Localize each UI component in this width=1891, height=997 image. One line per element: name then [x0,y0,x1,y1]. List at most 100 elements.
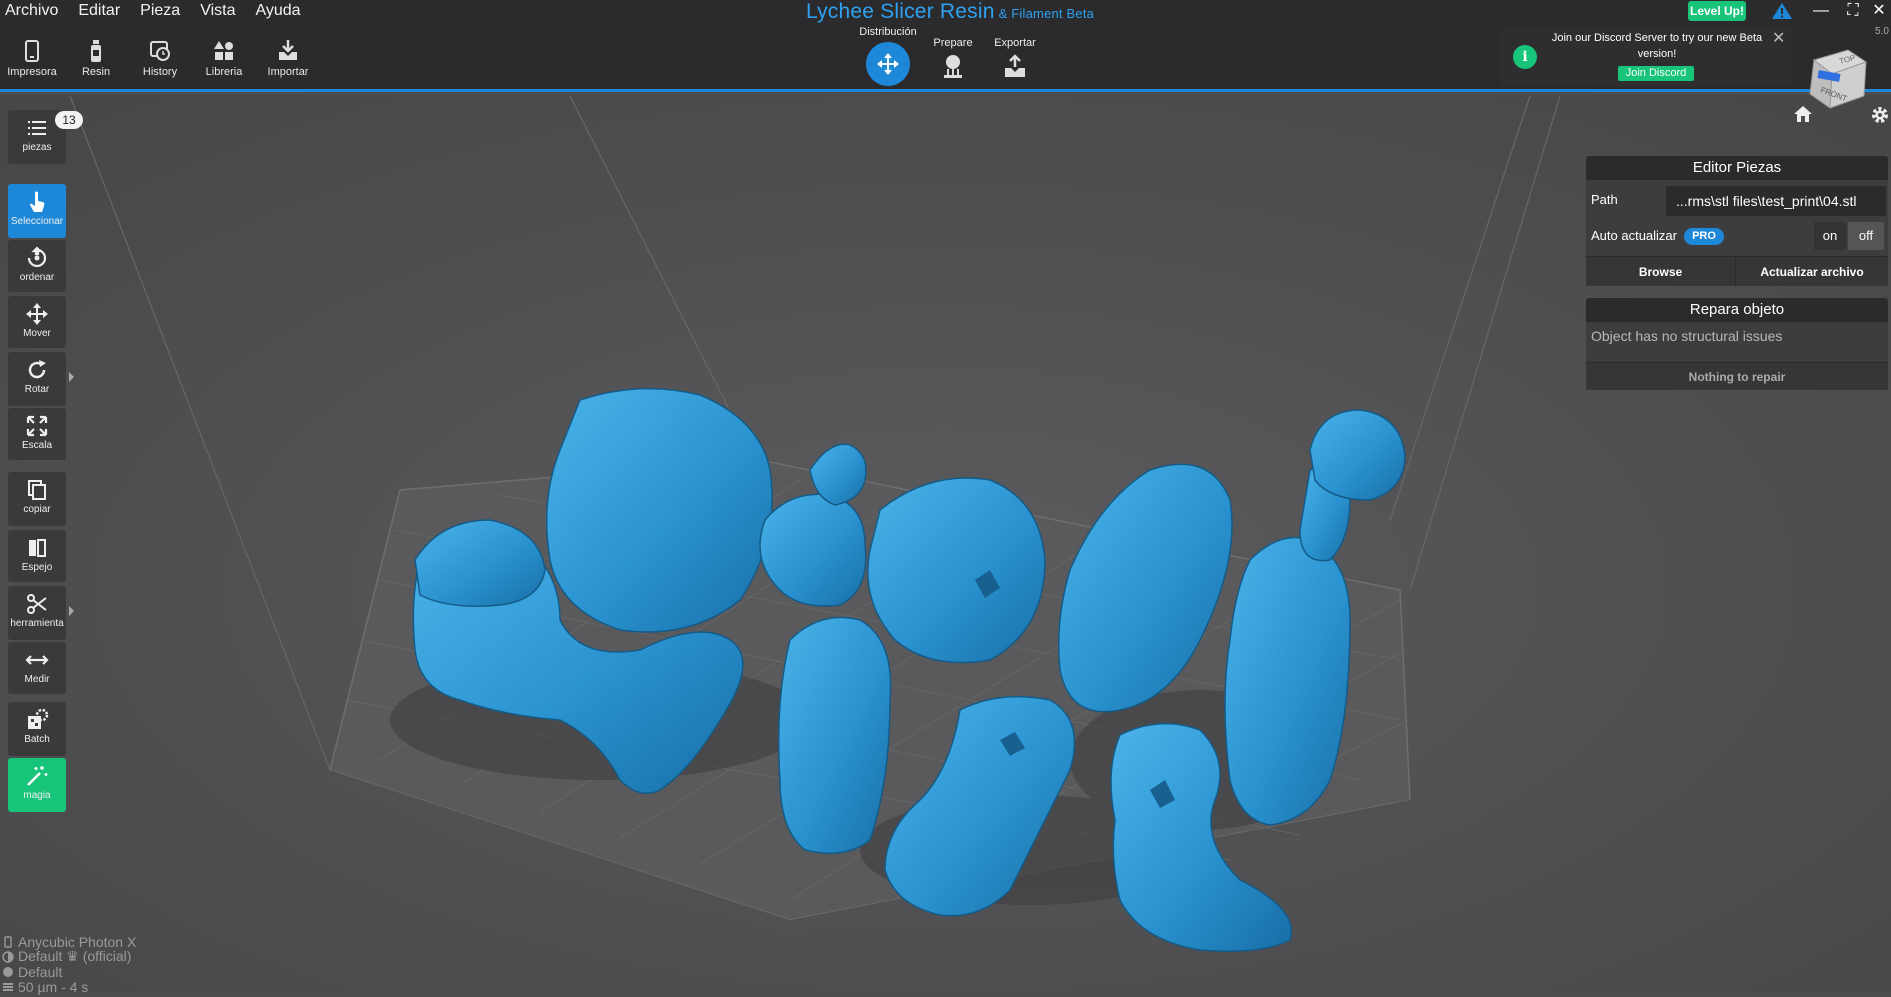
sidebar-scale[interactable]: Escala [8,408,66,460]
mode-exportar-label: Exportar [994,37,1036,49]
sidebar-batch-label: Batch [24,734,50,745]
status-printer: Anycubic Photon X [2,934,136,950]
sidebar-copy[interactable]: copiar [8,472,66,526]
auto-update-on-toggle[interactable]: on [1814,222,1846,250]
status-layer-text: 50 µm - 4 s [18,978,89,995]
toolbar-printer-label: Impresora [7,66,57,78]
list-icon [28,121,46,135]
app-title-main: Lychee Slicer Resin [806,0,995,23]
path-row: Path [1586,184,1888,216]
sidebar-select-label: Seleccionar [10,216,64,227]
sidebar-batch[interactable]: Batch [8,702,66,756]
sidebar-tools-label: herramienta [10,618,64,629]
piece-editor-title: Editor Piezas [1586,156,1888,180]
path-label: Path [1591,192,1618,207]
toolbar-history-label: History [142,66,178,78]
menu-archivo[interactable]: Archivo [0,0,68,24]
toolbar-printer[interactable]: Impresora [0,38,64,88]
path-input[interactable] [1666,186,1886,216]
sidebar-mirror-label: Espejo [21,562,53,573]
main-toolbar: Impresora Resin History Libreria Importa… [0,38,320,88]
toolbar-resin[interactable]: Resin [64,38,128,88]
pro-badge: PRO [1684,228,1724,245]
update-file-button[interactable]: Actualizar archivo [1736,256,1888,286]
model-helmet [1309,409,1406,501]
resin-small-icon [3,966,13,977]
status-resin: Default [2,963,136,980]
repair-title: Repara objeto [1586,298,1888,322]
menu-ayuda[interactable]: Ayuda [245,0,310,24]
discord-message: Join our Discord Server to try our new B… [1551,32,1763,60]
warning-icon[interactable] [1771,2,1793,20]
join-discord-button[interactable]: Join Discord [1618,66,1694,81]
mirror-icon [29,539,46,557]
toolbar-import[interactable]: Importar [256,38,320,88]
mode-distribucion-label: Distribución [859,26,917,38]
arrange-icon [27,246,47,268]
app-title: Lychee Slicer Resin & Filament Beta [806,0,1094,24]
sidebar-magic-label: magia [23,790,51,801]
mode-distribucion-bubble [866,42,910,86]
sidebar-tools[interactable]: herramienta [8,586,74,640]
toolbar-library[interactable]: Libreria [192,38,256,88]
info-icon: i [1513,45,1537,69]
sidebar-measure-label: Medir [24,674,50,685]
measure-icon [25,655,49,665]
minimize-button[interactable]: — [1810,0,1832,22]
sidebar-arrange[interactable]: ordenar [8,240,66,292]
workflow-modes: Distribución Prepare Exportar [845,24,1055,92]
sidebar-arrange-label: ordenar [19,272,55,283]
library-icon [214,41,233,60]
move-arrows-icon [877,53,899,75]
close-notification-icon[interactable]: ✕ [1772,28,1785,48]
layers-small-icon [3,982,13,991]
menu-editar[interactable]: Editar [68,0,130,24]
auto-update-off-toggle[interactable]: off [1848,222,1884,250]
history-icon [150,41,170,61]
profile-small-icon [2,950,14,963]
rotate-submenu-arrow[interactable] [69,372,74,382]
menu-pieza[interactable]: Pieza [130,0,190,24]
move-icon [26,303,48,325]
status-resin-text: Default [18,963,63,980]
sidebar-move[interactable]: Mover [8,296,66,348]
browse-button[interactable]: Browse [1586,256,1736,286]
model-hair-base [867,477,1046,664]
mode-prepare-label: Prepare [933,37,973,49]
mode-exportar[interactable]: Exportar [985,37,1045,79]
copy-icon [28,480,46,500]
gear-icon[interactable] [1870,105,1890,125]
printer-small-icon [4,935,12,948]
sidebar-measure[interactable]: Medir [8,642,66,694]
tools-submenu-arrow[interactable] [69,606,74,616]
mode-prepare[interactable]: Prepare [925,37,981,79]
piece-editor-panel: Editor Piezas Path Auto actualizar PRO o… [1586,156,1888,286]
mode-distribucion[interactable]: Distribución [845,26,931,86]
model-torso [545,387,773,633]
repair-panel: Repara objeto Object has no structural i… [1586,298,1888,390]
top-bar: Archivo Editar Pieza Vista Ayuda Lychee … [0,0,1891,92]
sidebar-rotate-label: Rotar [24,384,50,395]
sidebar-rotate[interactable]: Rotar [8,352,74,406]
close-window-button[interactable]: ✕ [1868,0,1890,22]
toolbar-history[interactable]: History [128,38,192,88]
level-up-button[interactable]: Level Up! [1688,1,1746,21]
model-lower-leg [778,616,892,855]
sidebar-move-label: Mover [23,328,51,339]
menu-bar: Archivo Editar Pieza Vista Ayuda [0,0,311,24]
rotate-icon [28,360,46,379]
print-status-info: Anycubic Photon X Default ♛ (official) D… [2,934,136,995]
pieces-count-badge: 13 [55,111,83,129]
sidebar-mirror[interactable]: Espejo [8,530,66,582]
scissors-icon [27,594,47,614]
home-icon[interactable] [1793,105,1813,123]
maximize-button[interactable]: ⛶ [1842,0,1864,22]
toolbar-resin-label: Resin [81,66,111,78]
magic-wand-icon [27,766,48,786]
sidebar-select[interactable]: Seleccionar [8,184,66,238]
batch-icon [28,708,49,729]
sidebar-scale-label: Escala [21,440,52,451]
nothing-to-repair-button[interactable]: Nothing to repair [1586,362,1888,390]
sidebar-magic[interactable]: magia [8,758,66,812]
menu-vista[interactable]: Vista [190,0,245,24]
